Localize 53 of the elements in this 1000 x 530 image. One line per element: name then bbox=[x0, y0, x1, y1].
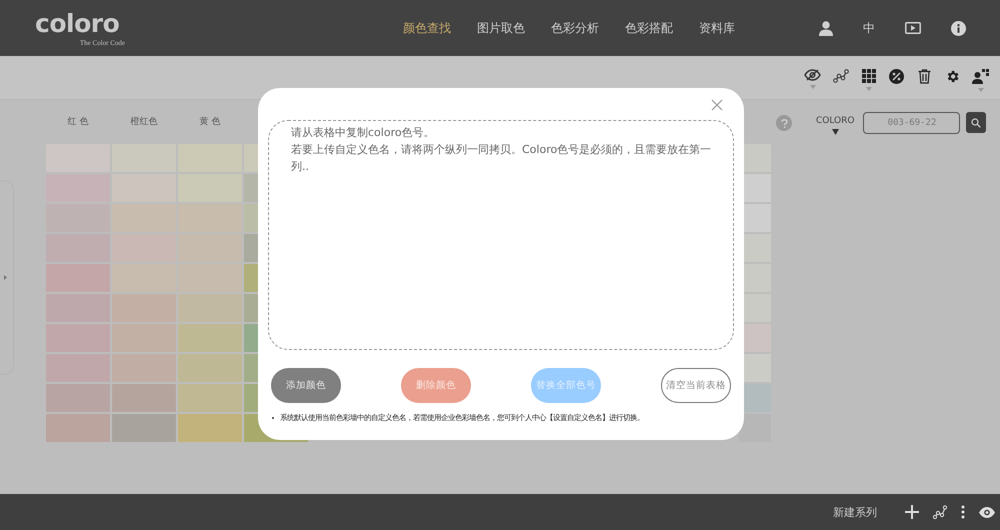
column-heading: 黄 色 bbox=[198, 116, 222, 129]
info-icon[interactable] bbox=[951, 20, 966, 36]
nodes-icon bbox=[832, 68, 848, 82]
nav-item[interactable]: 图片取色 bbox=[477, 20, 525, 36]
caret-icon bbox=[810, 84, 816, 88]
color-swatch[interactable] bbox=[46, 384, 110, 412]
user-icon[interactable] bbox=[819, 20, 833, 36]
caret-icon bbox=[866, 86, 872, 90]
brand-dropdown[interactable]: COLORO bbox=[816, 112, 854, 135]
percent-icon bbox=[889, 68, 904, 84]
column-heading: 红 色 bbox=[66, 116, 90, 129]
user-grid-icon bbox=[972, 68, 989, 84]
side-panel[interactable] bbox=[0, 180, 14, 375]
search-field[interactable]: 003-69-22 bbox=[863, 112, 960, 134]
paste-field[interactable]: 请从表格中复制coloro色号。 若要上传自定义色名，请将两个纵列一同拷贝。Coloro色号是必须的，且需要放在第一列.. bbox=[268, 120, 734, 350]
logo[interactable]: coloro bbox=[35, 10, 120, 38]
expand-icon[interactable] bbox=[4, 275, 7, 280]
color-swatch[interactable] bbox=[178, 354, 242, 382]
grid-icon bbox=[862, 68, 876, 82]
color-swatch[interactable] bbox=[112, 324, 176, 352]
color-swatch[interactable] bbox=[178, 324, 242, 352]
caret-icon[interactable] bbox=[832, 129, 839, 135]
color-swatch[interactable] bbox=[112, 354, 176, 382]
color-swatch[interactable] bbox=[178, 294, 242, 322]
nav-item[interactable]: 色彩搭配 bbox=[625, 20, 673, 36]
nav-item[interactable]: 色彩分析 bbox=[551, 20, 599, 36]
caret-icon bbox=[978, 88, 984, 92]
color-swatch[interactable] bbox=[46, 414, 110, 442]
trash-icon bbox=[918, 68, 931, 84]
color-swatch[interactable] bbox=[739, 414, 771, 442]
eye-icon[interactable] bbox=[979, 506, 995, 518]
add-button[interactable] bbox=[905, 505, 919, 519]
nav-item[interactable]: 颜色查找 bbox=[403, 20, 451, 36]
nav-item[interactable]: 资料库 bbox=[699, 20, 735, 36]
add-button[interactable]: 添加颜色 bbox=[271, 368, 341, 403]
color-swatch[interactable] bbox=[112, 384, 176, 412]
search-icon bbox=[971, 118, 982, 128]
search-button[interactable] bbox=[966, 112, 986, 133]
nodes-button[interactable] bbox=[933, 505, 947, 519]
clear-button[interactable]: 清空当前表格 bbox=[661, 368, 731, 403]
more-icon[interactable] bbox=[961, 505, 965, 519]
color-swatch[interactable] bbox=[178, 414, 242, 442]
play-icon[interactable] bbox=[905, 22, 921, 34]
new-series-link[interactable]: 新建系列 bbox=[833, 504, 877, 520]
eye-off-icon bbox=[804, 68, 821, 80]
settings-icon bbox=[945, 68, 960, 84]
column-heading: 橙红色 bbox=[130, 116, 158, 129]
close-button[interactable] bbox=[710, 98, 724, 112]
color-swatch[interactable] bbox=[112, 414, 176, 442]
language-button[interactable]: 中 bbox=[863, 20, 875, 36]
color-swatch[interactable] bbox=[178, 384, 242, 412]
help-icon[interactable] bbox=[776, 115, 792, 131]
color-swatch[interactable] bbox=[112, 294, 176, 322]
